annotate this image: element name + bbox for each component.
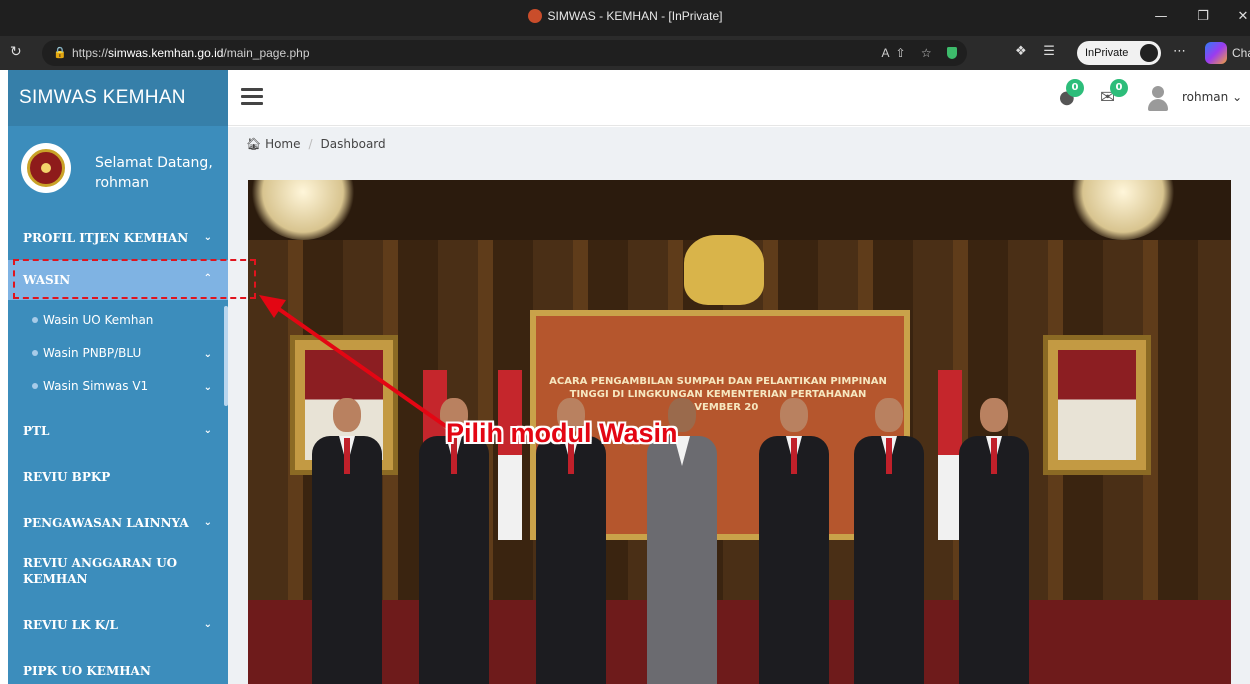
breadcrumb-home[interactable]: Home (265, 137, 300, 151)
minimize-icon[interactable]: — (1146, 6, 1176, 28)
dashboard-banner-image: ACARA PENGAMBILAN SUMPAH DAN PELANTIKAN … (248, 180, 1231, 684)
sidebar-item-ptl[interactable]: PTL ⌄ (8, 407, 228, 453)
profile-avatar-icon (1140, 44, 1158, 62)
sidebar: SIMWAS KEMHAN Selamat Datang, rohman PRO… (8, 70, 228, 684)
sidebar-item-reviu-bpkp[interactable]: REVIU BPKP (8, 453, 228, 499)
submenu-item-label: Wasin PNBP/BLU (43, 346, 142, 360)
submenu-item-wasin-pnbp-blu[interactable]: Wasin PNBP/BLU ⌄ (8, 335, 228, 368)
chevron-down-icon: ⌄ (203, 349, 212, 360)
address-bar-icons: A⇧ ☆ (881, 40, 957, 66)
kemhan-emblem-icon (21, 143, 71, 193)
chevron-down-icon: ⌄ (203, 425, 212, 436)
sidebar-item-label: PROFIL ITJEN KEMHAN (23, 231, 189, 245)
sidebar-item-pengawasan-lainnya[interactable]: PENGAWASAN LAINNYA ⌄ (8, 499, 228, 545)
sidebar-item-pipk[interactable]: PIPK UO KEMHAN (8, 647, 228, 684)
chevron-down-icon: ⌄ (1232, 90, 1243, 104)
window-title: SIMWAS - KEMHAN - [InPrivate] (0, 9, 1250, 23)
favorites-icon[interactable]: ☰ (1043, 44, 1055, 59)
close-icon[interactable]: ✕ (1228, 6, 1250, 28)
submenu-item-label: Wasin UO Kemhan (43, 313, 154, 327)
url-host: simwas.kemhan.go.id (108, 46, 224, 60)
bullet-icon (32, 350, 38, 356)
main-content: 🏠︎ Home / Dashboard ACARA PENGAMBILAN SUMP… (228, 127, 1250, 684)
breadcrumb-current: Dashboard (320, 137, 386, 151)
bullet-icon (32, 383, 38, 389)
browser-titlebar: SIMWAS - KEMHAN - [InPrivate] — ❐ ✕ (0, 0, 1250, 36)
sidebar-item-profil-itjen[interactable]: PROFIL ITJEN KEMHAN ⌄ (8, 214, 228, 260)
submenu-item-label: Wasin Simwas V1 (43, 379, 149, 393)
extensions-icon[interactable]: ❖ (1015, 44, 1027, 59)
welcome-username: rohman (95, 175, 149, 191)
wasin-submenu: Wasin UO Kemhan Wasin PNBP/BLU ⌄ Wasin Si… (8, 300, 228, 407)
reload-icon[interactable]: ↻ (10, 44, 22, 60)
chevron-down-icon: ⌄ (203, 517, 212, 528)
mail-badge: 0 (1110, 79, 1128, 97)
read-aloud-icon[interactable]: A⇧ (881, 46, 911, 60)
sidebar-item-label: PTL (23, 424, 50, 438)
url-scheme: https:// (72, 46, 109, 60)
browser-toolbar: ↻ 🔒 https://simwas.kemhan.go.id/main_pag… (0, 36, 1250, 70)
favorite-star-icon[interactable]: ☆ (921, 46, 938, 60)
annotation-highlight-box (13, 259, 256, 299)
top-header: ● 0 ✉ 0 rohman ⌄ (228, 70, 1250, 126)
inprivate-button[interactable]: InPrivate (1077, 41, 1161, 65)
chevron-down-icon: ⌄ (203, 382, 212, 393)
extension-shield-icon[interactable] (947, 47, 957, 59)
lock-icon: 🔒 (53, 47, 67, 59)
sidebar-item-reviu-lk[interactable]: REVIU LK K/L ⌄ (8, 601, 228, 647)
sidebar-item-label: PENGAWASAN LAINNYA (23, 516, 189, 530)
username-label: rohman (1182, 90, 1229, 104)
toolbar-icons: ❖ ☰ (1015, 44, 1055, 59)
menu-toggle-icon[interactable] (241, 88, 263, 106)
sidebar-item-label-line2: KEMHAN (23, 572, 88, 586)
submenu-item-wasin-uo-kemhan[interactable]: Wasin UO Kemhan (8, 302, 228, 335)
user-avatar-icon[interactable] (1146, 84, 1170, 112)
brand-logo-text[interactable]: SIMWAS KEMHAN (8, 70, 228, 126)
home-icon: 🏠︎ (246, 137, 262, 151)
sidebar-item-reviu-anggaran[interactable]: REVIU ANGGARAN UO KEMHAN (8, 545, 228, 601)
sidebar-item-label: REVIU BPKP (23, 470, 111, 484)
submenu-item-wasin-simwas-v1[interactable]: Wasin Simwas V1 ⌄ (8, 368, 228, 401)
sidebar-item-label: PIPK UO KEMHAN (23, 664, 151, 678)
restore-icon[interactable]: ❐ (1188, 6, 1218, 28)
copilot-label[interactable]: Cha (1232, 46, 1250, 60)
garuda-emblem-icon (684, 235, 764, 305)
chat-badge: 0 (1066, 79, 1084, 97)
chevron-down-icon: ⌄ (203, 232, 212, 243)
url-path: /main_page.php (223, 46, 310, 60)
window-title-text: SIMWAS - KEMHAN - [InPrivate] (547, 9, 723, 23)
address-bar[interactable]: 🔒 https://simwas.kemhan.go.id/main_page.… (42, 40, 967, 66)
bullet-icon (32, 317, 38, 323)
annotation-text: Pilih modul Wasin (446, 418, 678, 448)
copilot-icon[interactable] (1205, 42, 1227, 64)
more-options-icon[interactable]: ⋯ (1173, 44, 1186, 59)
breadcrumb: 🏠︎ Home / Dashboard (246, 137, 386, 151)
welcome-greeting: Selamat Datang, (95, 155, 213, 171)
sidebar-item-label: REVIU ANGGARAN UO (23, 556, 178, 570)
sidebar-item-label: REVIU LK K/L (23, 618, 118, 632)
user-menu[interactable]: rohman ⌄ (1182, 90, 1242, 104)
welcome-text: Selamat Datang, rohman (95, 153, 213, 193)
inprivate-label: InPrivate (1085, 47, 1129, 59)
chevron-down-icon: ⌄ (203, 619, 212, 630)
user-panel: Selamat Datang, rohman (8, 126, 228, 214)
site-favicon-icon (527, 9, 542, 23)
